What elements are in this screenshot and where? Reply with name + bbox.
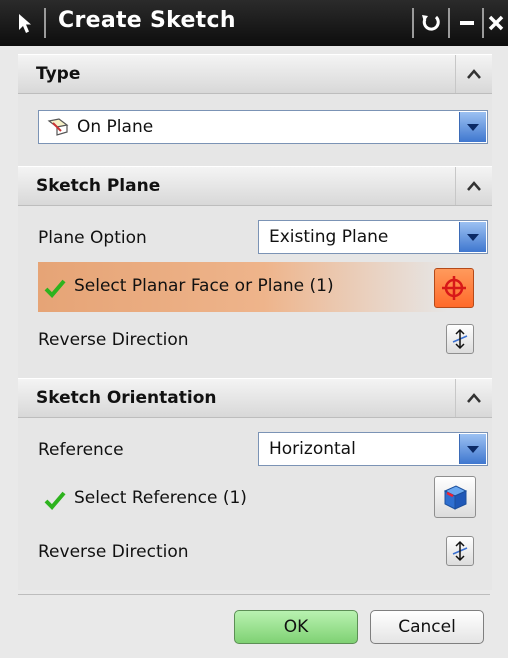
- plane-option-value: Existing Plane: [269, 227, 389, 247]
- arrow-pointer-icon: [19, 14, 31, 33]
- reverse-direction-icon: [452, 328, 468, 350]
- sketch-orientation-collapse-button[interactable]: [455, 379, 492, 417]
- sketch-orientation-section-body: Reference Horizontal Select Reference (1…: [18, 418, 492, 590]
- create-sketch-dialog: Create Sketch Type On Plane Sketch Plane…: [0, 0, 508, 658]
- plane-option-combo[interactable]: Existing Plane: [258, 220, 488, 254]
- close-icon: [488, 15, 504, 31]
- chevron-up-icon: [467, 69, 481, 79]
- reset-button[interactable]: [416, 9, 446, 37]
- dialog-title: Create Sketch: [58, 8, 236, 33]
- chevron-down-icon: [467, 446, 479, 453]
- reference-combo[interactable]: Horizontal: [258, 432, 488, 466]
- type-combo[interactable]: On Plane: [38, 110, 488, 144]
- select-reference-button[interactable]: [434, 476, 476, 518]
- sketch-plane-section-body: Plane Option Existing Plane Select Plana…: [18, 206, 492, 382]
- check-icon: [44, 491, 66, 510]
- chevron-down-icon: [467, 124, 479, 131]
- title-separator: [44, 8, 46, 38]
- sketch-plane-section-header[interactable]: Sketch Plane: [18, 166, 492, 206]
- plane-option-combo-arrow[interactable]: [459, 222, 486, 252]
- minimize-icon: [460, 21, 474, 25]
- plane-option-label: Plane Option: [38, 228, 147, 248]
- reverse-direction-button[interactable]: [446, 324, 474, 354]
- cancel-button[interactable]: Cancel: [370, 610, 484, 644]
- reference-value: Horizontal: [269, 439, 356, 459]
- type-section-body: On Plane: [18, 94, 492, 166]
- reference-combo-arrow[interactable]: [459, 434, 486, 464]
- close-button[interactable]: [484, 9, 508, 37]
- title-separator: [412, 8, 414, 38]
- sketch-plane-collapse-button[interactable]: [455, 167, 492, 205]
- chevron-down-icon: [467, 234, 479, 241]
- type-collapse-button[interactable]: [455, 55, 492, 93]
- select-planar-face-label: Select Planar Face or Plane (1): [74, 276, 334, 296]
- type-combo-arrow[interactable]: [459, 112, 486, 142]
- reverse-direction-label: Reverse Direction: [38, 330, 189, 350]
- chevron-up-icon: [467, 181, 481, 191]
- title-separator: [448, 8, 450, 38]
- select-face-button[interactable]: [434, 268, 474, 308]
- type-section-title: Type: [36, 64, 81, 84]
- ok-button[interactable]: OK: [234, 610, 358, 644]
- footer-divider: [18, 594, 490, 595]
- sketch-orientation-section-title: Sketch Orientation: [36, 388, 217, 408]
- sketch-plane-section-title: Sketch Plane: [36, 176, 161, 196]
- title-bar[interactable]: Create Sketch: [0, 0, 508, 46]
- type-section-header[interactable]: Type: [18, 54, 492, 94]
- reverse-direction-label: Reverse Direction: [38, 542, 189, 562]
- reset-icon: [422, 15, 440, 31]
- reverse-direction-icon: [452, 540, 468, 562]
- check-icon: [44, 279, 66, 298]
- reference-label: Reference: [38, 440, 124, 460]
- chevron-up-icon: [467, 393, 481, 403]
- select-reference-label: Select Reference (1): [74, 488, 247, 508]
- reverse-direction-button[interactable]: [446, 536, 474, 566]
- minimize-button[interactable]: [452, 9, 482, 37]
- select-planar-face-row[interactable]: Select Planar Face or Plane (1): [38, 262, 448, 312]
- type-combo-value: On Plane: [77, 117, 154, 137]
- cube-icon: [443, 485, 468, 510]
- crosshair-icon: [442, 276, 466, 300]
- sketch-orientation-section-header[interactable]: Sketch Orientation: [18, 378, 492, 418]
- sketch-plane-icon: [47, 118, 69, 136]
